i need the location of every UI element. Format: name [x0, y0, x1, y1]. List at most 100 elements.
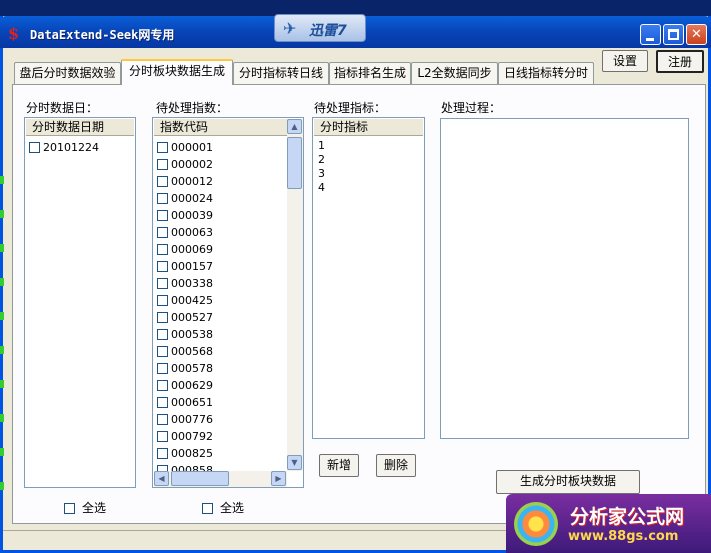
checkbox[interactable] — [157, 261, 168, 272]
date-label: 分时数据日： — [26, 101, 99, 115]
list-item[interactable]: 000825 — [157, 446, 213, 463]
date-list[interactable]: 分时数据日期 20101224 — [24, 117, 136, 488]
list-item[interactable]: 000776 — [157, 412, 213, 429]
list-item[interactable]: 000157 — [157, 259, 213, 276]
hscroll-thumb[interactable] — [171, 471, 229, 486]
checkbox[interactable] — [157, 312, 168, 323]
add-button[interactable]: 新增 — [319, 454, 359, 477]
date-select-all[interactable]: 全选 — [64, 501, 106, 518]
list-item[interactable]: 000002 — [157, 157, 213, 174]
list-item[interactable]: 000039 — [157, 208, 213, 225]
register-button[interactable]: 注册 — [656, 50, 704, 73]
checkbox[interactable] — [29, 142, 40, 153]
list-item[interactable]: 000527 — [157, 310, 213, 327]
list-item[interactable]: 000063 — [157, 225, 213, 242]
scroll-left-icon[interactable]: ◀ — [154, 471, 169, 486]
tab-l2-sync[interactable]: L2全数据同步 — [411, 62, 498, 84]
list-item[interactable]: 20101224 — [29, 140, 99, 157]
desktop-strip — [0, 210, 4, 218]
desktop-strip — [0, 278, 4, 286]
index-list-header[interactable]: 指数代码 — [154, 119, 287, 136]
checkbox[interactable] — [157, 448, 168, 459]
list-item[interactable]: 000538 — [157, 327, 213, 344]
maximize-icon — [668, 29, 679, 40]
checkbox[interactable] — [157, 142, 168, 153]
list-item[interactable]: 000425 — [157, 293, 213, 310]
index-vscrollbar[interactable]: ▲ ▼ — [287, 119, 303, 471]
maximize-button[interactable] — [663, 24, 684, 45]
xunlei-overlay[interactable]: ✈ 迅雷7 — [274, 14, 366, 42]
desktop-strip — [0, 380, 4, 388]
flower-logo-icon — [514, 502, 558, 546]
list-item[interactable]: 2 — [318, 153, 325, 166]
checkbox[interactable] — [157, 193, 168, 204]
scroll-down-icon[interactable]: ▼ — [287, 455, 302, 470]
checkbox[interactable] — [157, 380, 168, 391]
indicator-label: 待处理指标： — [314, 101, 387, 115]
tab-data-verify[interactable]: 盘后分时数据效验 — [14, 62, 121, 84]
window-title: DataExtend-Seek网专用 — [30, 28, 175, 42]
checkbox[interactable] — [157, 278, 168, 289]
desktop-strip — [0, 414, 4, 422]
watermark-url: www.88gs.com — [568, 529, 679, 544]
scroll-up-icon[interactable]: ▲ — [287, 119, 302, 134]
desktop-strip — [0, 244, 4, 252]
bird-icon: ✈ — [283, 19, 297, 38]
checkbox[interactable] — [157, 414, 168, 425]
checkbox[interactable] — [157, 329, 168, 340]
checkbox[interactable] — [157, 363, 168, 374]
process-log[interactable] — [440, 118, 689, 439]
site-watermark: 分析家公式网 www.88gs.com — [506, 494, 711, 553]
checkbox[interactable] — [157, 397, 168, 408]
minimize-icon — [646, 38, 654, 41]
close-button[interactable]: ✕ — [686, 24, 707, 45]
minimize-button[interactable] — [640, 24, 661, 45]
checkbox[interactable] — [157, 210, 168, 221]
indicator-list-header[interactable]: 分时指标 — [314, 119, 423, 136]
index-select-all[interactable]: 全选 — [202, 501, 244, 518]
scroll-right-icon[interactable]: ▶ — [271, 471, 286, 486]
index-hscrollbar[interactable]: ◀ ▶ — [154, 471, 287, 487]
list-item[interactable]: 3 — [318, 167, 325, 180]
checkbox[interactable] — [157, 176, 168, 187]
checkbox[interactable] — [157, 244, 168, 255]
tab-block-generate[interactable]: 分时板块数据生成 — [121, 59, 233, 85]
process-label: 处理过程： — [441, 101, 502, 115]
checkbox[interactable] — [157, 346, 168, 357]
checkbox[interactable] — [202, 503, 213, 514]
list-item[interactable]: 000578 — [157, 361, 213, 378]
app-logo-icon: $ — [8, 24, 20, 43]
list-item[interactable]: 000568 — [157, 344, 213, 361]
checkbox[interactable] — [157, 227, 168, 238]
checkbox[interactable] — [157, 295, 168, 306]
checkbox[interactable] — [157, 159, 168, 170]
list-item[interactable]: 000024 — [157, 191, 213, 208]
index-label: 待处理指数： — [156, 101, 229, 115]
checkbox[interactable] — [157, 431, 168, 442]
desktop-strip — [0, 482, 4, 490]
watermark-title: 分析家公式网 — [570, 506, 685, 528]
list-item[interactable]: 4 — [318, 181, 325, 194]
tab-ranking[interactable]: 指标排名生成 — [329, 62, 411, 84]
settings-button[interactable]: 设置 — [602, 50, 648, 72]
list-item[interactable]: 000338 — [157, 276, 213, 293]
indicator-list[interactable]: 分时指标 1 2 3 4 — [312, 117, 425, 439]
tab-to-daily[interactable]: 分时指标转日线 — [233, 62, 329, 84]
desktop-strip — [0, 312, 4, 320]
checkbox[interactable] — [64, 503, 75, 514]
index-list[interactable]: 指数代码 000001 000002 000012 000024 000039 00006… — [152, 117, 304, 488]
delete-button[interactable]: 删除 — [376, 454, 416, 477]
list-item[interactable]: 000001 — [157, 140, 213, 157]
list-item[interactable]: 000792 — [157, 429, 213, 446]
scroll-thumb[interactable] — [287, 137, 302, 189]
generate-button[interactable]: 生成分时板块数据 — [496, 470, 640, 494]
desktop-strip — [0, 346, 4, 354]
list-item[interactable]: 000069 — [157, 242, 213, 259]
list-item[interactable]: 000629 — [157, 378, 213, 395]
list-item[interactable]: 000651 — [157, 395, 213, 412]
tab-daily-to-minute[interactable]: 日线指标转分时 — [498, 62, 594, 84]
date-list-header[interactable]: 分时数据日期 — [26, 119, 134, 136]
desktop-strip — [0, 448, 4, 456]
list-item[interactable]: 1 — [318, 139, 325, 152]
list-item[interactable]: 000012 — [157, 174, 213, 191]
